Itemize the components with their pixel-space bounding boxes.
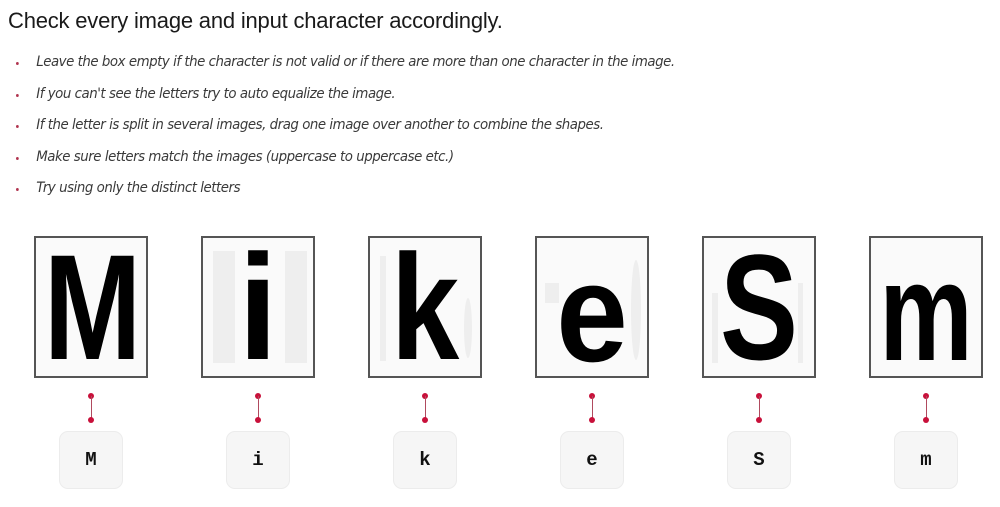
character-glyph: k	[390, 236, 460, 378]
captcha-tiles: M M i i k k e e S S m m	[0, 236, 1000, 506]
character-glyph: m	[879, 236, 973, 378]
bullet-icon	[16, 188, 19, 191]
connector-icon	[421, 393, 429, 423]
character-glyph: M	[43, 236, 141, 378]
character-glyph: i	[238, 236, 278, 378]
connector-icon	[254, 393, 262, 423]
connector-icon	[755, 393, 763, 423]
connector-icon	[87, 393, 95, 423]
character-glyph: S	[719, 236, 799, 378]
connector-icon	[588, 393, 596, 423]
character-image-tile[interactable]: S	[702, 236, 816, 378]
instruction-text: Try using only the distinct letters	[36, 180, 241, 196]
instructions-list: Leave the box empty if the character is …	[16, 54, 732, 212]
instruction-text: If you can't see the letters try to auto…	[36, 85, 396, 102]
instruction-item: Try using only the distinct letters	[16, 180, 675, 212]
instruction-item: Make sure letters match the images (uppe…	[16, 149, 675, 181]
character-input[interactable]: e	[560, 431, 624, 489]
instruction-item: If the letter is split in several images…	[16, 117, 675, 149]
bullet-icon	[16, 125, 19, 128]
page-title: Check every image and input character ac…	[8, 8, 503, 33]
bullet-icon	[16, 93, 19, 97]
instruction-text: If the letter is split in several images…	[36, 117, 604, 133]
bullet-icon	[16, 62, 19, 65]
character-input[interactable]: S	[727, 431, 791, 489]
character-glyph: e	[556, 236, 628, 378]
character-input[interactable]: k	[393, 431, 457, 489]
connector-icon	[922, 393, 930, 423]
character-image-tile[interactable]: m	[869, 236, 983, 378]
character-image-tile[interactable]: e	[535, 236, 649, 378]
character-image-tile[interactable]: i	[201, 236, 315, 378]
instruction-text: Leave the box empty if the character is …	[36, 54, 675, 70]
instruction-text: Make sure letters match the images (uppe…	[36, 148, 454, 165]
character-input[interactable]: m	[894, 431, 958, 489]
character-image-tile[interactable]: k	[368, 236, 482, 378]
bullet-icon	[16, 156, 19, 160]
character-input[interactable]: i	[226, 431, 290, 489]
character-image-tile[interactable]: M	[34, 236, 148, 378]
character-input[interactable]: M	[59, 431, 123, 489]
instruction-item: Leave the box empty if the character is …	[16, 54, 675, 86]
instruction-item: If you can't see the letters try to auto…	[16, 86, 675, 118]
